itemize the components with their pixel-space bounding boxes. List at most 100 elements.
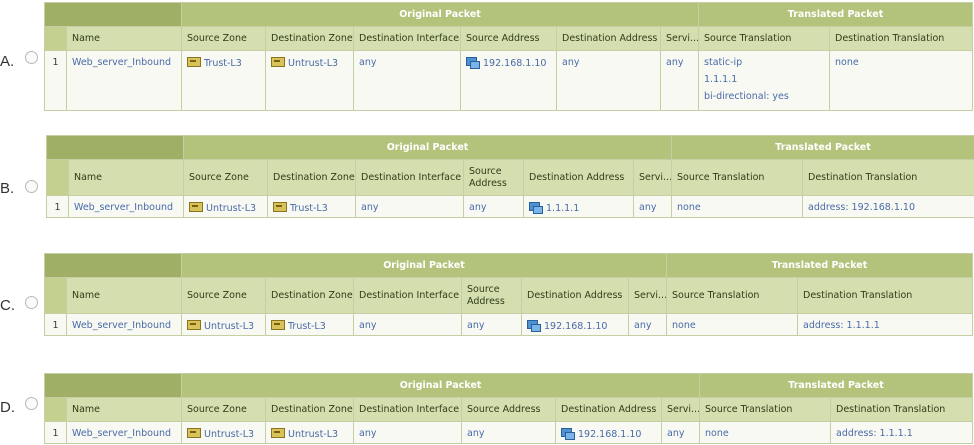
destination-interface: any bbox=[353, 313, 462, 336]
row-number: 1 bbox=[44, 421, 67, 444]
zone-icon bbox=[189, 202, 203, 212]
rule-name[interactable]: Web_server_Inbound bbox=[66, 421, 182, 444]
column-header-name[interactable]: Name bbox=[68, 159, 184, 196]
source-translation: none bbox=[671, 195, 804, 218]
column-header-service[interactable]: Servi... bbox=[632, 159, 673, 196]
column-header-source-address[interactable]: Source Address bbox=[461, 397, 556, 422]
original-packet-header: Original Packet bbox=[180, 373, 701, 398]
column-header-source-address[interactable]: Source Address bbox=[463, 159, 524, 196]
column-header-destination-translation[interactable]: Destination Translation bbox=[802, 159, 974, 196]
table-row[interactable]: 1 Web_server_Inbound Untrust-L3 Untrust-… bbox=[44, 421, 974, 444]
rule-name[interactable]: Web_server_Inbound bbox=[68, 195, 184, 218]
option-letter: D. bbox=[0, 399, 15, 416]
destination-zone: Untrust-L3 bbox=[288, 429, 339, 440]
column-header-destination-translation[interactable]: Destination Translation bbox=[797, 277, 974, 314]
destination-zone: Untrust-L3 bbox=[288, 58, 339, 69]
row-number: 1 bbox=[44, 50, 67, 111]
column-header-name[interactable]: Name bbox=[66, 26, 182, 51]
address-object-icon bbox=[527, 320, 541, 332]
source-translation: none bbox=[699, 421, 832, 444]
service: any bbox=[632, 195, 673, 218]
zone-icon bbox=[187, 320, 201, 330]
destination-interface: any bbox=[353, 50, 461, 111]
column-header-destination-zone[interactable]: Destination Zone bbox=[265, 397, 354, 422]
column-header-service[interactable]: Servi... bbox=[659, 26, 700, 51]
original-packet-header: Original Packet bbox=[182, 135, 673, 160]
address-object-icon bbox=[529, 202, 543, 214]
column-header-destination-translation[interactable]: Destination Translation bbox=[830, 397, 974, 422]
source-zone: Untrust-L3 bbox=[206, 203, 257, 214]
option-a: A. Original Packet Translated Packet Nam… bbox=[0, 0, 974, 115]
column-header-source-zone[interactable]: Source Zone bbox=[183, 159, 268, 196]
destination-zone: Trust-L3 bbox=[288, 321, 326, 332]
destination-interface: any bbox=[353, 421, 462, 444]
option-letter: A. bbox=[0, 53, 15, 70]
column-header-source-zone[interactable]: Source Zone bbox=[181, 26, 266, 51]
row-number: 1 bbox=[46, 195, 69, 218]
address-object-icon bbox=[466, 57, 480, 69]
service: any bbox=[660, 421, 701, 444]
column-header-service[interactable]: Servi... bbox=[627, 277, 668, 314]
column-header-source-zone[interactable]: Source Zone bbox=[181, 277, 266, 314]
destination-address: 1.1.1.1 bbox=[546, 203, 580, 214]
destination-zone: Trust-L3 bbox=[290, 203, 328, 214]
destination-address: 192.168.1.10 bbox=[544, 321, 608, 332]
zone-icon bbox=[271, 320, 285, 330]
zone-icon bbox=[187, 57, 201, 67]
translated-packet-header: Translated Packet bbox=[698, 2, 974, 27]
destination-translation: address: 192.168.1.10 bbox=[802, 195, 974, 218]
source-translation: none bbox=[666, 313, 799, 336]
column-header-source-translation[interactable]: Source Translation bbox=[699, 397, 832, 422]
nat-rule-table: Original Packet Translated Packet Name S… bbox=[44, 2, 974, 111]
zone-icon bbox=[271, 57, 285, 67]
translated-packet-header: Translated Packet bbox=[666, 253, 974, 278]
column-header-destination-interface[interactable]: Destination Interface bbox=[353, 26, 461, 51]
nat-rule-table: Original Packet Translated Packet Name S… bbox=[44, 373, 974, 444]
column-header-destination-address[interactable]: Destination Address bbox=[523, 159, 634, 196]
rule-name[interactable]: Web_server_Inbound bbox=[66, 50, 182, 111]
column-header-source-translation[interactable]: Source Translation bbox=[666, 277, 799, 314]
column-header-name[interactable]: Name bbox=[66, 397, 182, 422]
radio-button[interactable] bbox=[25, 180, 38, 193]
column-header-source-translation[interactable]: Source Translation bbox=[671, 159, 804, 196]
source-translation-type: static-ip bbox=[704, 57, 743, 68]
radio-button[interactable] bbox=[25, 296, 38, 309]
source-address: any bbox=[461, 421, 556, 444]
column-header-destination-address[interactable]: Destination Address bbox=[555, 397, 662, 422]
column-header-service[interactable]: Servi... bbox=[660, 397, 701, 422]
zone-icon bbox=[273, 202, 287, 212]
nat-rule-table: Original Packet Translated Packet Name S… bbox=[46, 135, 974, 218]
column-header-destination-translation[interactable]: Destination Translation bbox=[829, 26, 974, 51]
column-header-destination-zone[interactable]: Destination Zone bbox=[267, 159, 356, 196]
source-address: any bbox=[463, 195, 524, 218]
table-row[interactable]: 1 Web_server_Inbound Untrust-L3 Trust-L3… bbox=[46, 195, 974, 218]
column-header-source-translation[interactable]: Source Translation bbox=[698, 26, 831, 51]
column-header-destination-address[interactable]: Destination Address bbox=[521, 277, 629, 314]
destination-translation: none bbox=[829, 50, 974, 111]
column-header-destination-zone[interactable]: Destination Zone bbox=[265, 277, 354, 314]
radio-button[interactable] bbox=[25, 397, 38, 410]
column-header-destination-interface[interactable]: Destination Interface bbox=[353, 397, 462, 422]
translated-packet-header: Translated Packet bbox=[699, 373, 974, 398]
table-row[interactable]: 1 Web_server_Inbound Trust-L3 Untrust-L3… bbox=[44, 50, 974, 111]
nat-rule-table: Original Packet Translated Packet Name S… bbox=[44, 253, 974, 336]
column-header-name[interactable]: Name bbox=[66, 277, 182, 314]
original-packet-header: Original Packet bbox=[180, 253, 668, 278]
column-header-destination-interface[interactable]: Destination Interface bbox=[355, 159, 464, 196]
radio-button[interactable] bbox=[25, 51, 38, 64]
source-zone: Untrust-L3 bbox=[204, 429, 255, 440]
service: any bbox=[627, 313, 668, 336]
column-header-destination-interface[interactable]: Destination Interface bbox=[353, 277, 462, 314]
table-row[interactable]: 1 Web_server_Inbound Untrust-L3 Trust-L3… bbox=[44, 313, 974, 336]
column-header-source-address[interactable]: Source Address bbox=[461, 277, 522, 314]
source-zone: Trust-L3 bbox=[204, 58, 242, 69]
source-translation-address: 1.1.1.1 bbox=[704, 74, 738, 85]
column-header-source-address[interactable]: Source Address bbox=[460, 26, 557, 51]
zone-icon bbox=[187, 428, 201, 438]
destination-address: 192.168.1.10 bbox=[578, 429, 642, 440]
column-header-source-zone[interactable]: Source Zone bbox=[181, 397, 266, 422]
column-header-destination-address[interactable]: Destination Address bbox=[556, 26, 661, 51]
option-letter: B. bbox=[0, 180, 15, 197]
column-header-destination-zone[interactable]: Destination Zone bbox=[265, 26, 354, 51]
rule-name[interactable]: Web_server_Inbound bbox=[66, 313, 182, 336]
